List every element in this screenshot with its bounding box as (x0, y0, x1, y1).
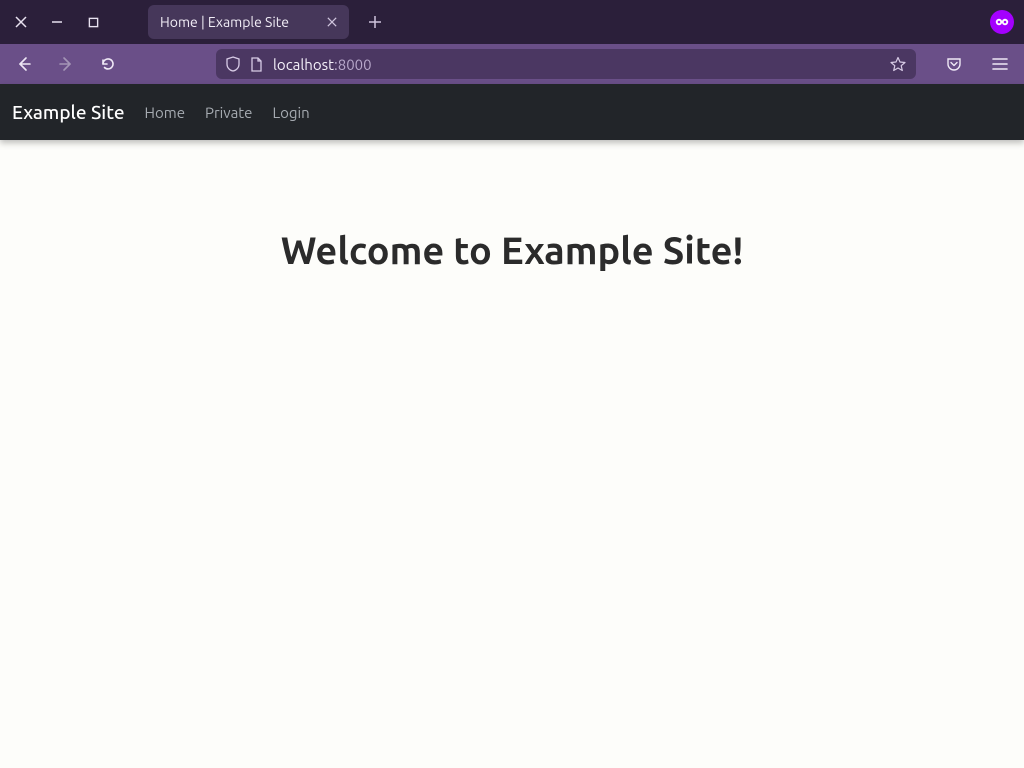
nav-link-private[interactable]: Private (205, 104, 252, 121)
nav-link-home[interactable]: Home (145, 104, 185, 121)
site-brand[interactable]: Example Site (12, 101, 125, 123)
toolbar-right (940, 50, 1014, 78)
shield-icon[interactable] (226, 56, 240, 72)
reload-button[interactable] (94, 50, 122, 78)
tab-title: Home | Example Site (160, 14, 289, 30)
window-minimize-icon[interactable] (50, 15, 64, 29)
page-icon (250, 57, 263, 72)
pocket-icon[interactable] (940, 50, 968, 78)
hamburger-menu-icon[interactable] (986, 50, 1014, 78)
browser-toolbar: localhost:8000 (0, 44, 1024, 84)
url-host: localhost (273, 56, 334, 73)
page-content: Welcome to Example Site! (0, 140, 1024, 272)
profile-badge-icon[interactable] (990, 10, 1014, 34)
url-bar[interactable]: localhost:8000 (216, 49, 916, 79)
back-button[interactable] (10, 50, 38, 78)
nav-link-login[interactable]: Login (272, 104, 309, 121)
url-port: :8000 (334, 56, 372, 73)
new-tab-button[interactable] (363, 10, 387, 34)
tab-close-icon[interactable] (327, 14, 337, 30)
bookmark-star-icon[interactable] (890, 56, 906, 72)
forward-button (52, 50, 80, 78)
url-text: localhost:8000 (273, 56, 880, 73)
window-maximize-icon[interactable] (86, 15, 100, 29)
site-navbar: Example Site Home Private Login (0, 84, 1024, 140)
window-titlebar: Home | Example Site (0, 0, 1024, 44)
page-headline: Welcome to Example Site! (0, 230, 1024, 272)
window-controls (0, 15, 100, 29)
browser-tab[interactable]: Home | Example Site (148, 5, 349, 39)
window-close-icon[interactable] (14, 15, 28, 29)
